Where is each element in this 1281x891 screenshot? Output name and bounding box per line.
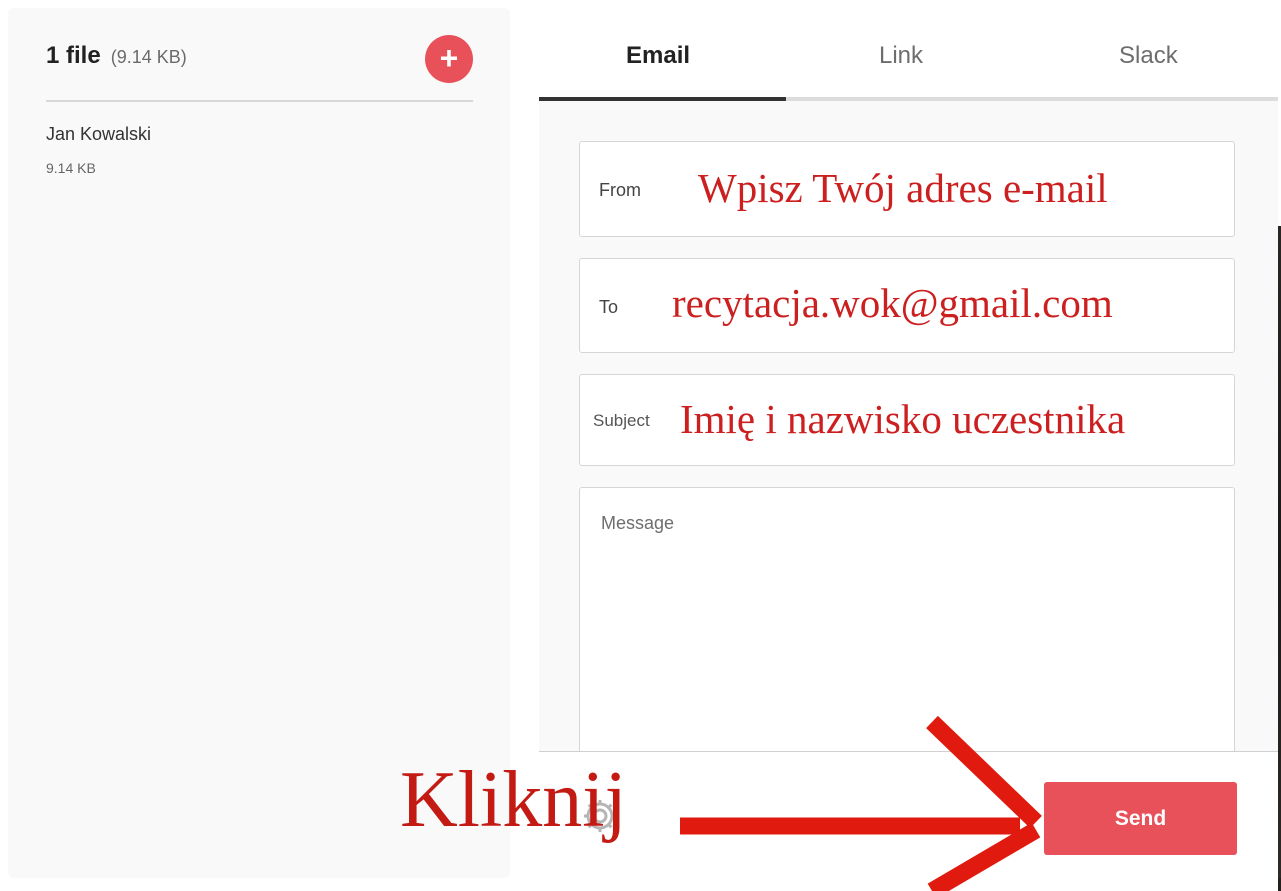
tab-email[interactable]: Email xyxy=(626,42,690,70)
annotation-text: Kliknij xyxy=(400,756,627,844)
share-tabs: Email Link Slack xyxy=(539,8,1278,102)
add-file-button[interactable]: + xyxy=(425,35,473,83)
plus-icon: + xyxy=(439,40,459,76)
send-button[interactable]: Send xyxy=(1044,782,1237,855)
subject-label: Subject xyxy=(593,411,650,430)
message-placeholder: Message xyxy=(601,513,675,533)
files-panel: 1 file (9.14 KB) + Jan Kowalski 9.14 KB xyxy=(8,8,510,878)
files-total-size: (9.14 KB) xyxy=(110,47,187,67)
email-panel: Email Link Slack From Wpisz Twój adres e… xyxy=(539,8,1278,891)
app-window: 1 file (9.14 KB) + Jan Kowalski 9.14 KB … xyxy=(0,0,1281,891)
message-field[interactable]: Message xyxy=(579,487,1235,751)
tab-link[interactable]: Link xyxy=(879,42,923,70)
files-divider xyxy=(46,100,473,102)
to-field[interactable]: To recytacja.wok@gmail.com xyxy=(579,258,1235,353)
files-count: 1 file xyxy=(46,42,101,69)
files-header: 1 file (9.14 KB) xyxy=(46,42,187,70)
from-value: Wpisz Twój adres e-mail xyxy=(698,165,1108,211)
tab-slack[interactable]: Slack xyxy=(1119,42,1178,70)
email-footer: Send xyxy=(539,751,1278,891)
file-item-size: 9.14 KB xyxy=(46,160,96,176)
to-value: recytacja.wok@gmail.com xyxy=(672,280,1113,326)
file-item-name: Jan Kowalski xyxy=(46,124,152,144)
from-field[interactable]: From Wpisz Twój adres e-mail xyxy=(579,141,1235,237)
subject-field[interactable]: Subject Imię i nazwisko uczestnika xyxy=(579,374,1235,466)
from-label: From xyxy=(599,180,641,200)
to-label: To xyxy=(599,297,619,317)
subject-value: Imię i nazwisko uczestnika xyxy=(680,396,1126,442)
email-form: From Wpisz Twój adres e-mail To recytacj… xyxy=(539,101,1278,751)
